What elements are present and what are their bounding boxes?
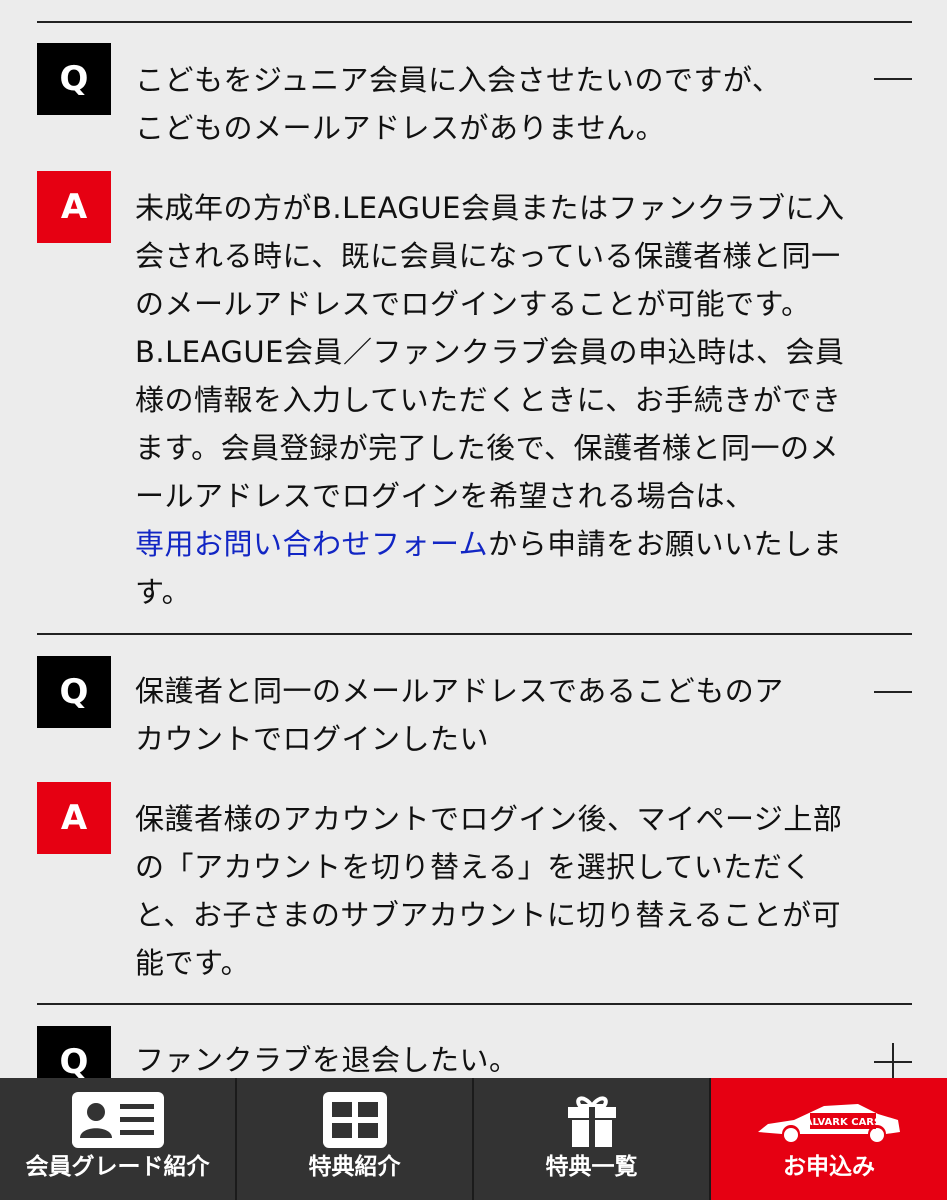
nav-label: 特典紹介	[308, 1154, 401, 1180]
faq-answer: 未成年の方がB.LEAGUE会員またはファンクラブに入 会される時に、既に会員に…	[135, 184, 915, 616]
member-card-icon	[71, 1092, 164, 1148]
question-badge: Q	[37, 656, 111, 728]
faq-question[interactable]: ファンクラブを退会したい。	[135, 1036, 855, 1078]
faq-list: Q こどもをジュニア会員に入会させたいのですが、 こどものメールアドレスがありま…	[0, 0, 947, 1078]
faq-divider	[37, 21, 912, 23]
faq-question[interactable]: こどもをジュニア会員に入会させたいのですが、 こどものメールアドレスがありません…	[135, 56, 855, 152]
faq-question[interactable]: 保護者と同一のメールアドレスであるこどものア カウントでログインしたい	[135, 667, 855, 763]
contact-form-link[interactable]: 専用お問い合わせフォーム	[135, 527, 488, 561]
answer-text: 未成年の方がB.LEAGUE会員またはファンクラブに入 会される時に、既に会員に…	[135, 191, 845, 513]
nav-member-grade[interactable]: 会員グレード紹介	[0, 1078, 237, 1200]
nav-label: お申込み	[783, 1154, 875, 1180]
question-badge: Q	[37, 1026, 111, 1078]
plus-icon[interactable]	[874, 1043, 912, 1078]
bottom-nav: 会員グレード紹介 特典紹介 特典一覧 ALVARK CARS お申込み	[0, 1078, 947, 1200]
question-badge: Q	[37, 43, 111, 115]
alvark-car-logo: ALVARK CARS	[758, 1104, 900, 1142]
nav-benefits-intro[interactable]: 特典紹介	[237, 1078, 474, 1200]
faq-divider	[37, 1003, 912, 1005]
nav-apply[interactable]: ALVARK CARS お申込み	[711, 1078, 947, 1200]
minus-icon[interactable]	[874, 60, 912, 98]
answer-badge: A	[37, 171, 111, 243]
faq-answer: 保護者様のアカウントでログイン後、マイページ上部 の「アカウントを切り替える」を…	[135, 802, 843, 980]
grid-icon	[322, 1092, 387, 1148]
svg-text:ALVARK CARS: ALVARK CARS	[805, 1117, 881, 1128]
nav-label: 特典一覧	[545, 1154, 638, 1180]
nav-label: 会員グレード紹介	[25, 1154, 210, 1180]
minus-icon[interactable]	[874, 673, 912, 711]
faq-divider	[37, 633, 912, 635]
nav-benefits-list[interactable]: 特典一覧	[474, 1078, 711, 1200]
answer-badge: A	[37, 782, 111, 854]
gift-icon	[567, 1096, 616, 1147]
